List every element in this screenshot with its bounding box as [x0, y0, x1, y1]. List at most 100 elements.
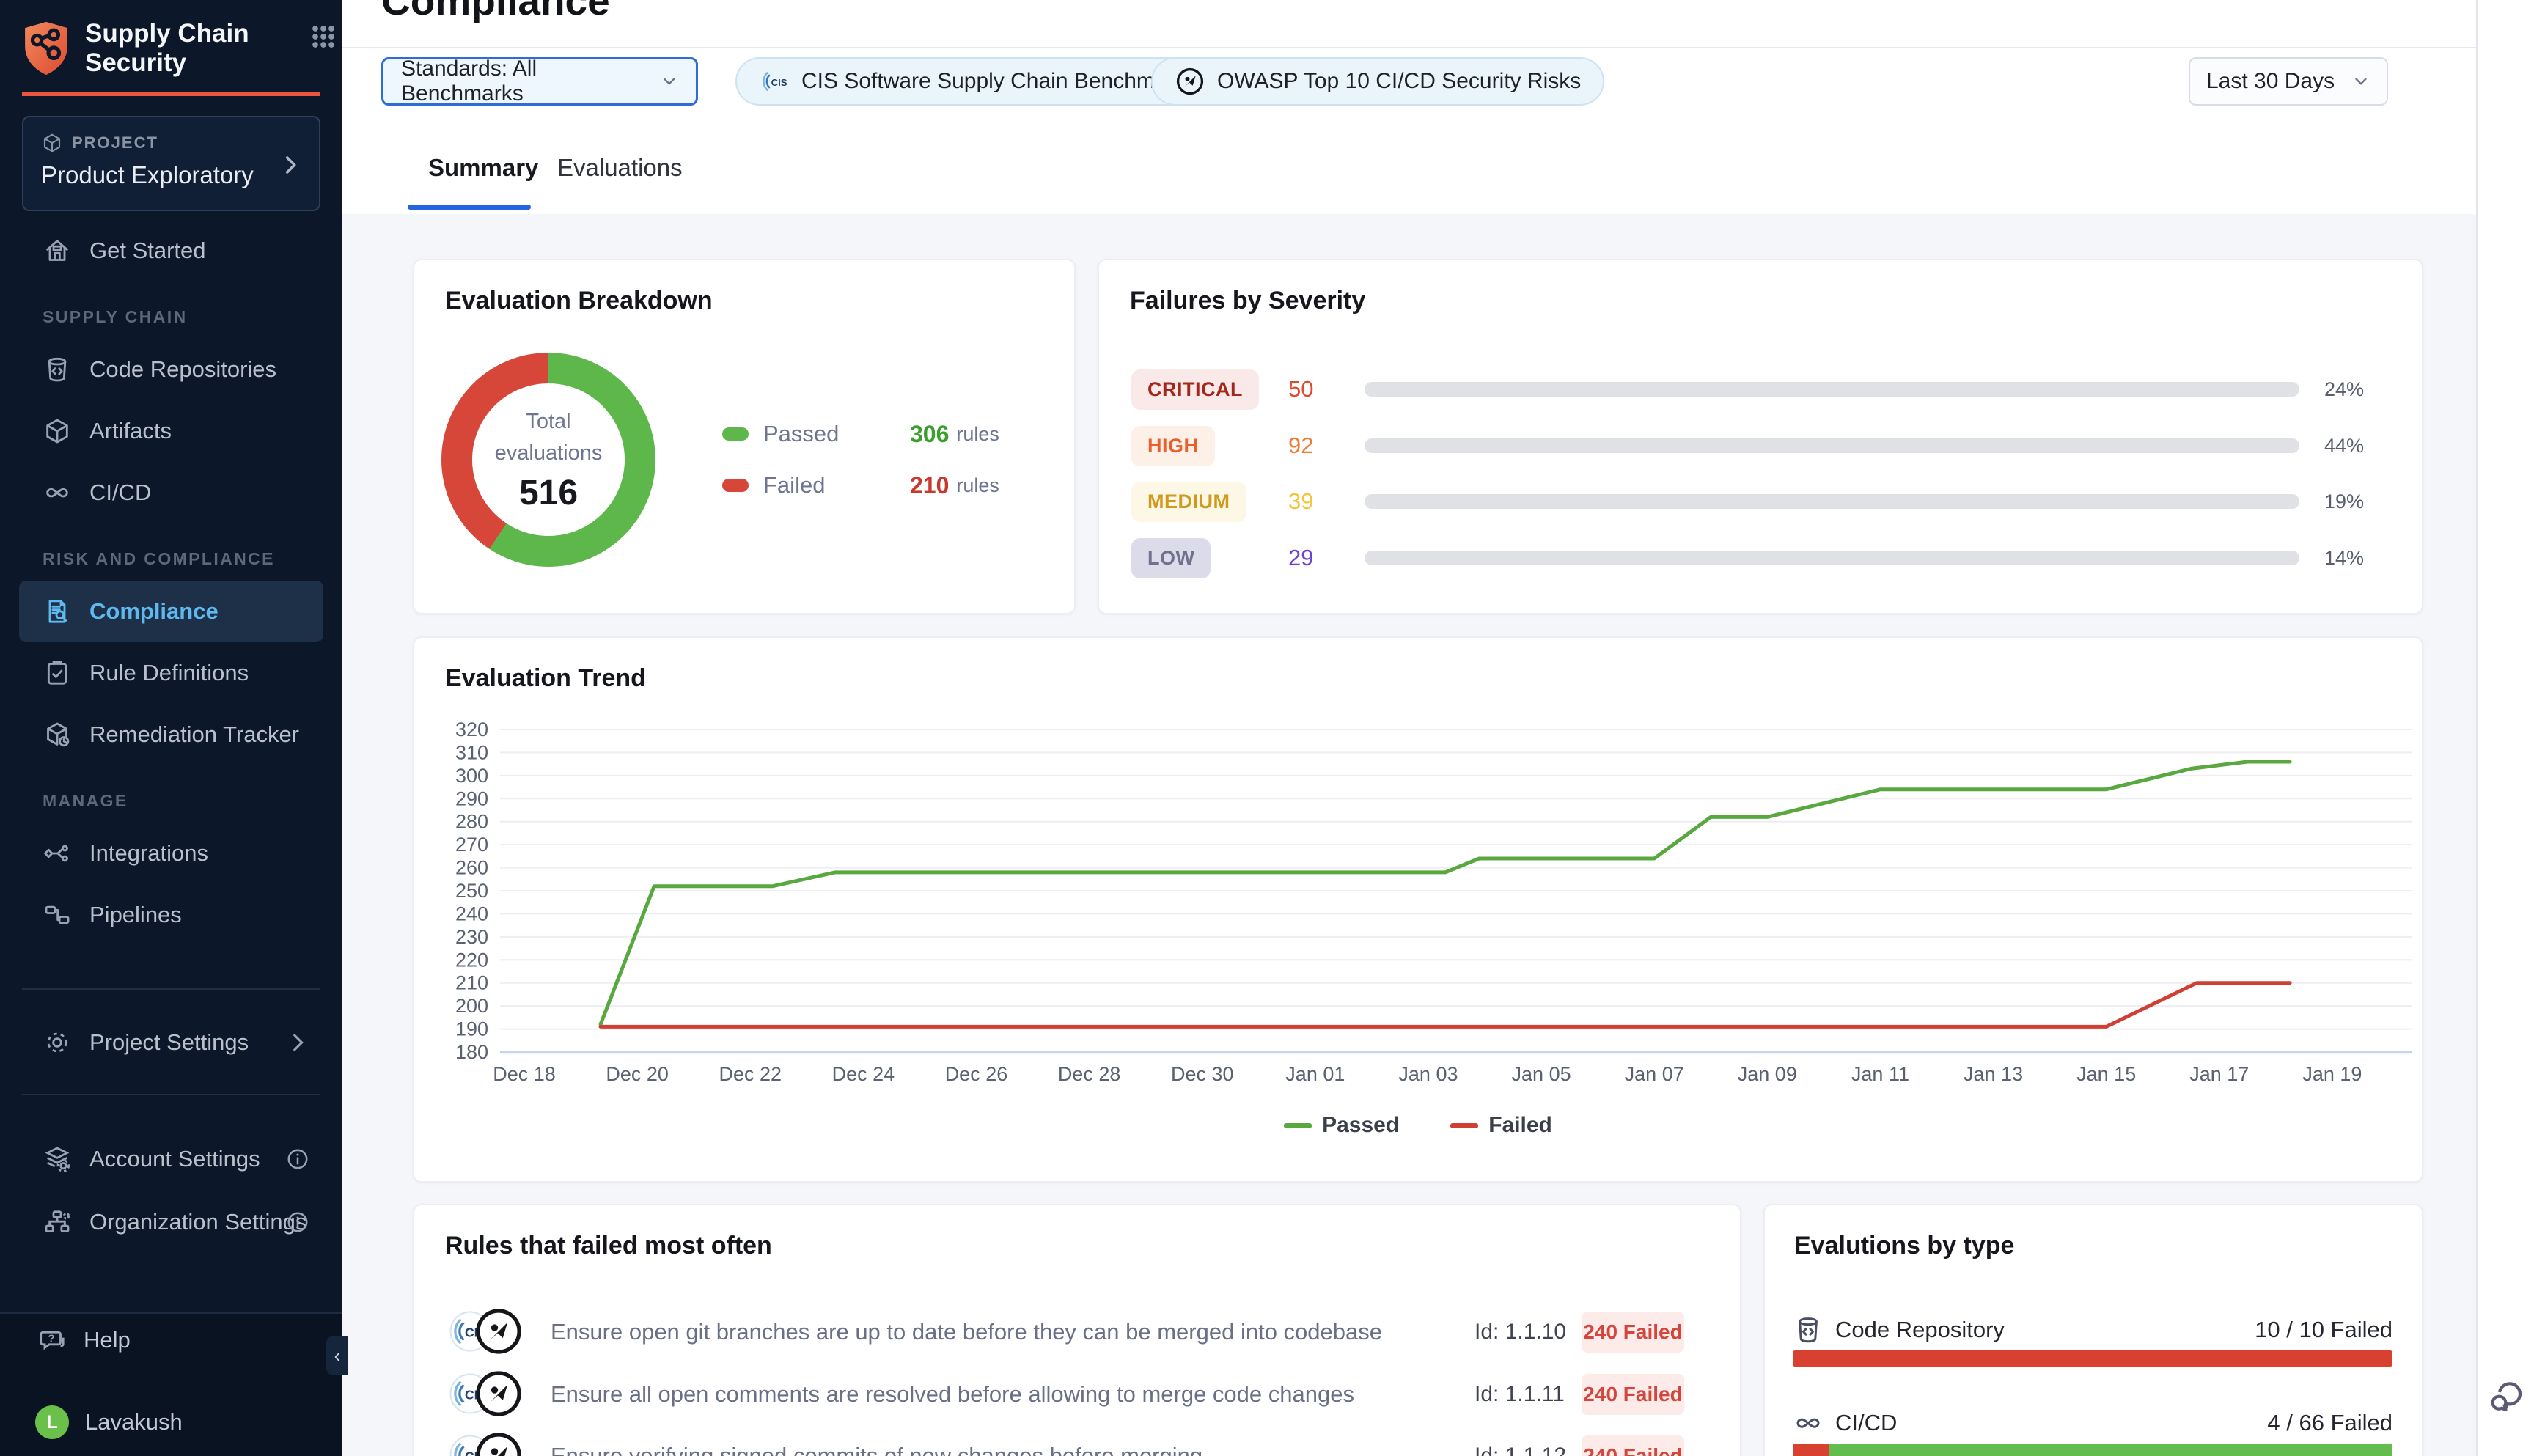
sidebar-item-label: Code Repositories — [89, 356, 276, 383]
passed-count: 306 — [910, 421, 949, 448]
rule-id: Id: 1.1.10 — [1475, 1320, 1573, 1345]
svg-text:?: ? — [48, 1332, 54, 1345]
trend-legend: Passed Failed — [414, 1113, 2422, 1138]
active-tab-indicator — [408, 205, 531, 210]
owasp-chip[interactable]: OWASP Top 10 CI/CD Security Risks — [1151, 57, 1604, 106]
sidebar-item-project-settings[interactable]: Project Settings — [19, 1012, 323, 1073]
rule-row[interactable]: CISEnsure verifying signed commits of ne… — [448, 1430, 1711, 1456]
type-progress-bar — [1793, 1444, 2392, 1456]
owasp-logo-icon — [1175, 66, 1205, 97]
app-title: Supply Chain Security — [85, 19, 249, 78]
evaluation-trend-card: Evaluation Trend 18019020021022023024025… — [413, 636, 2423, 1183]
svg-text:Dec 28: Dec 28 — [1058, 1063, 1121, 1085]
svg-text:210: 210 — [455, 972, 488, 994]
svg-text:Jan 03: Jan 03 — [1398, 1063, 1458, 1085]
card-title: Failures by Severity — [1130, 287, 1365, 315]
severity-row-high: HIGH9244% — [1131, 425, 2392, 466]
tab-evaluations[interactable]: Evaluations — [557, 154, 683, 182]
svg-text:270: 270 — [455, 834, 488, 856]
repo-icon — [1793, 1315, 1824, 1345]
project-selector[interactable]: PROJECT Product Exploratory — [22, 116, 320, 211]
type-row-ci-cd: CI/CD4 / 66 Failed — [1793, 1401, 2392, 1445]
rule-row[interactable]: CISEnsure open git branches are up to da… — [448, 1306, 1711, 1358]
clipboard-check-icon — [43, 658, 72, 688]
sidebar-item-organization-settings[interactable]: Organization Settings — [19, 1191, 323, 1253]
rule-description: Ensure verifying signed commits of new c… — [551, 1443, 1431, 1456]
sidebar-item-integrations[interactable]: Integrations — [19, 823, 323, 884]
svg-text:260: 260 — [455, 857, 488, 879]
chat-support-icon[interactable] — [2485, 1377, 2526, 1418]
sidebar-item-get-started[interactable]: Get Started — [19, 220, 323, 282]
svg-text:Jan 13: Jan 13 — [1964, 1063, 2023, 1085]
infinity-icon — [1793, 1408, 1824, 1438]
sidebar-item-pipelines[interactable]: Pipelines — [19, 884, 323, 946]
sidebar-item-ci-cd[interactable]: CI/CD — [19, 462, 323, 523]
chevron-down-icon — [660, 72, 678, 91]
sidebar-item-help[interactable]: ? Help — [19, 1314, 323, 1367]
app-switcher-grid-icon[interactable] — [307, 21, 339, 53]
severity-badge: CRITICAL — [1131, 369, 1259, 410]
svg-text:240: 240 — [455, 902, 488, 924]
project-cube-icon — [41, 132, 63, 154]
severity-percent: 19% — [2324, 490, 2364, 513]
failures-by-severity-card: Failures by Severity CRITICAL 50 24% HIGH92… — [1098, 259, 2423, 614]
svg-text:180: 180 — [455, 1041, 488, 1063]
severity-count: 50 — [1288, 376, 1365, 402]
avatar: L — [35, 1405, 69, 1439]
evaluation-breakdown-card: Evaluation Breakdown Total evaluations 5… — [413, 259, 1076, 614]
type-progress-bar — [1793, 1350, 2392, 1367]
info-icon[interactable] — [285, 1147, 310, 1172]
severity-count: 39 — [1288, 488, 1365, 515]
svg-text:280: 280 — [455, 811, 488, 833]
sidebar-item-account-settings[interactable]: Account Settings — [19, 1128, 323, 1190]
svg-text:250: 250 — [455, 880, 488, 902]
legend-passed-row: Passed 306 rules — [722, 418, 999, 450]
sidebar-item-label: CI/CD — [89, 479, 151, 506]
sidebar-item-artifacts[interactable]: Artifacts — [19, 400, 323, 462]
date-range-select[interactable]: Last 30 Days — [2189, 57, 2388, 106]
type-failed-value: 4 / 66 Failed — [2267, 1410, 2392, 1436]
evaluation-trend-chart: 1801902002102202302402502602702802903003… — [414, 638, 2425, 1184]
svg-text:Jan 17: Jan 17 — [2189, 1063, 2249, 1085]
rule-row[interactable]: CISEnsure all open comments are resolved… — [448, 1369, 1711, 1420]
card-title: Evalutions by type — [1794, 1232, 2014, 1260]
info-icon[interactable] — [285, 1210, 310, 1235]
app-root: Supply Chain Security PROJECT Product Ex… — [0, 0, 2534, 1456]
failed-count: 210 — [910, 472, 949, 499]
owasp-logo-icon — [474, 1369, 523, 1418]
trend-line-passed — [601, 762, 2290, 1024]
owasp-logo-icon — [474, 1431, 523, 1456]
severity-count: 29 — [1288, 545, 1365, 571]
layers-gear-icon — [43, 1144, 72, 1174]
svg-text:Jan 19: Jan 19 — [2302, 1063, 2362, 1085]
sidebar-item-code-repositories[interactable]: Code Repositories — [19, 339, 323, 400]
org-chart-gear-icon — [43, 1207, 72, 1237]
sidebar-user[interactable]: L Lavakush — [19, 1396, 323, 1449]
standards-filter-select[interactable]: Standards: All Benchmarks — [381, 57, 698, 106]
chevron-right-icon — [278, 152, 303, 177]
rule-id: Id: 1.1.11 — [1475, 1382, 1573, 1407]
svg-text:Jan 11: Jan 11 — [1851, 1063, 1909, 1085]
svg-text:Jan 09: Jan 09 — [1738, 1063, 1797, 1085]
severity-badge: LOW — [1131, 538, 1211, 578]
sidebar-item-rule-definitions[interactable]: Rule Definitions — [19, 642, 323, 704]
chevron-down-icon — [2351, 72, 2370, 91]
severity-percent: 24% — [2324, 378, 2364, 401]
tab-summary[interactable]: Summary — [428, 154, 538, 182]
svg-text:CIS: CIS — [771, 77, 787, 88]
app-logo: Supply Chain Security — [22, 19, 320, 78]
sidebar-item-remediation-tracker[interactable]: Remediation Tracker — [19, 704, 323, 765]
sidebar-item-compliance[interactable]: Compliance — [19, 581, 323, 642]
sidebar-item-label: Compliance — [89, 598, 218, 625]
legend-failed-row: Failed 210 rules — [722, 469, 999, 501]
card-title: Evaluation Breakdown — [445, 287, 713, 315]
svg-text:230: 230 — [455, 926, 488, 948]
svg-text:Dec 24: Dec 24 — [832, 1063, 895, 1085]
type-failed-value: 10 / 10 Failed — [2255, 1317, 2392, 1343]
sidebar: Supply Chain Security PROJECT Product Ex… — [0, 0, 342, 1456]
legend-failed: Failed — [1450, 1113, 1552, 1138]
severity-percent: 44% — [2324, 435, 2364, 457]
owasp-logo-icon — [474, 1307, 523, 1356]
nodes-icon — [43, 839, 72, 868]
sidebar-collapse-button[interactable]: ‹ — [326, 1336, 348, 1375]
